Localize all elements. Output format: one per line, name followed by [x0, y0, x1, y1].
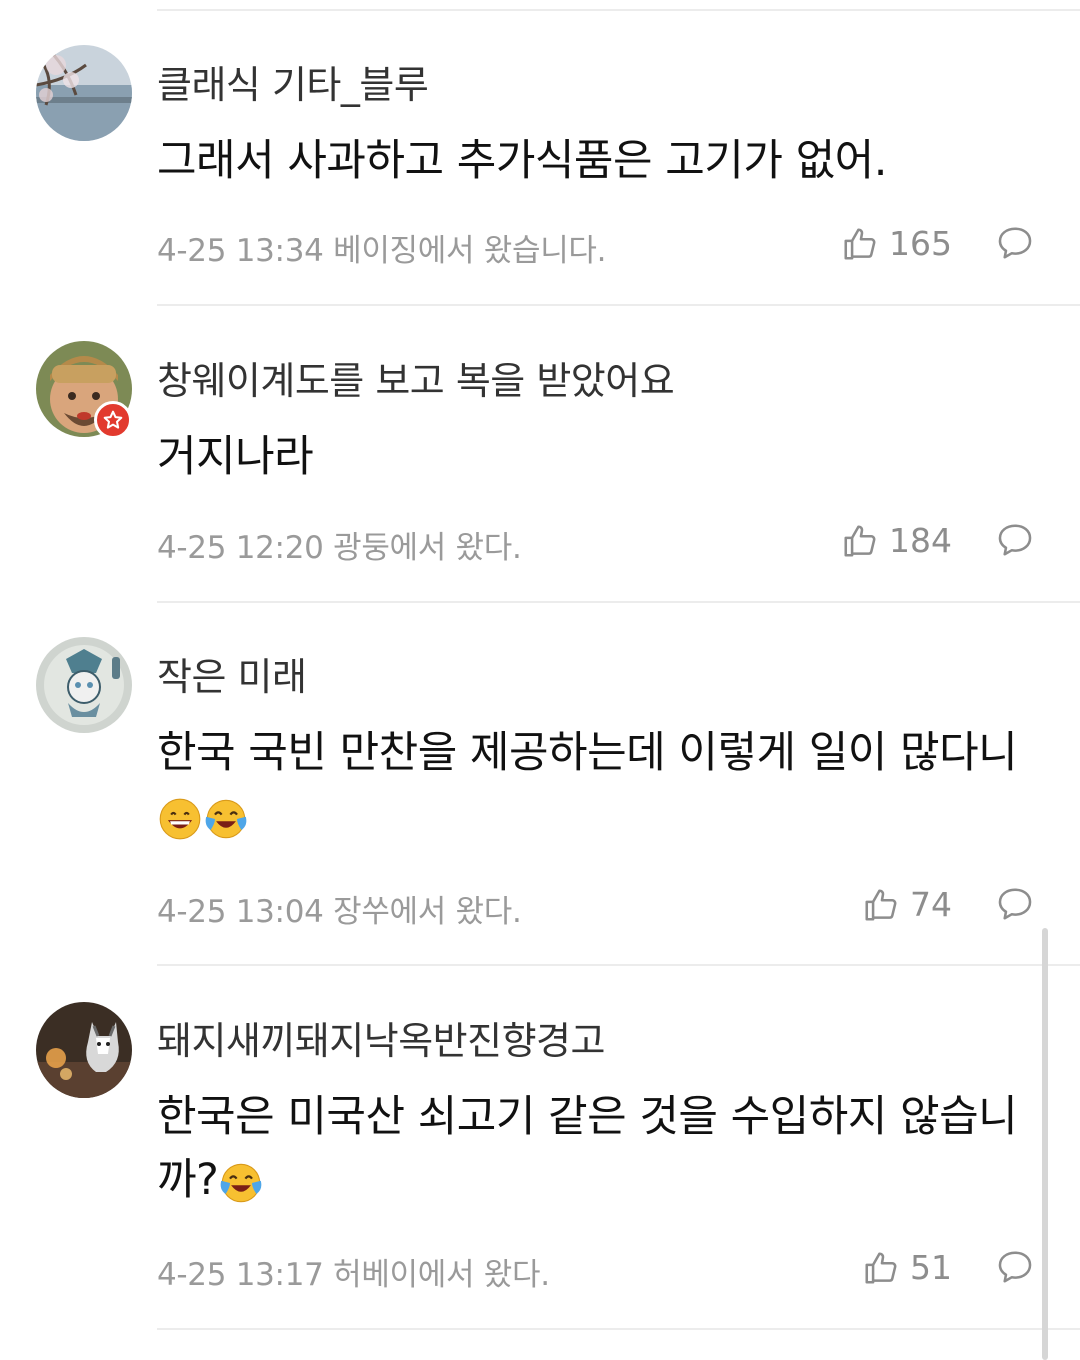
like-count: 165 — [889, 224, 952, 263]
comment-meta: 4-25 13:34 베이징에서 왔습니다. — [157, 225, 607, 270]
comment-username[interactable]: 클래식 기타_블루 — [157, 54, 429, 109]
like-button[interactable]: 74 — [862, 885, 952, 924]
comment-text-content: 한국은 미국산 쇠고기 같은 것을 수입하지 않습니까? — [157, 1092, 1018, 1205]
avatar[interactable] — [36, 45, 132, 141]
comment-location: 허베이에서 왔다. — [333, 1257, 550, 1293]
comment-text-content: 한국 국빈 만찬을 제공하는데 이렇게 일이 많다니 — [157, 728, 1018, 778]
comment-meta: 4-25 12:20 광둥에서 왔다. — [157, 522, 522, 567]
thumbs-up-icon — [865, 1251, 897, 1284]
comment-timestamp: 4-25 12:20 — [157, 530, 324, 566]
scrollbar[interactable] — [1042, 928, 1048, 1360]
avatar[interactable] — [36, 637, 132, 733]
comment-text-content: 그래서 사과하고 추가식품은 고기가 없어. — [157, 136, 887, 186]
like-count: 184 — [889, 521, 952, 560]
like-button[interactable]: 51 — [862, 1248, 952, 1287]
comment-meta: 4-25 13:04 장쑤에서 왔다. — [157, 886, 522, 931]
comment-location: 광둥에서 왔다. — [333, 530, 522, 566]
like-count: 74 — [910, 885, 952, 924]
divider — [157, 964, 1080, 966]
divider — [157, 1328, 1080, 1330]
like-button[interactable]: 165 — [841, 224, 952, 263]
comment-username[interactable]: 창웨이계도를 보고 복을 받았어요 — [157, 350, 675, 405]
comment-location: 장쑤에서 왔다. — [333, 894, 522, 930]
comment-meta: 4-25 13:17 허베이에서 왔다. — [157, 1249, 550, 1294]
comment-text: 한국 국빈 만찬을 제공하는데 이렇게 일이 많다니 — [157, 722, 1027, 848]
reply-icon[interactable] — [996, 885, 1034, 923]
comment-timestamp: 4-25 13:04 — [157, 894, 324, 930]
comment-location: 베이징에서 왔습니다. — [333, 233, 607, 269]
reply-icon[interactable] — [996, 224, 1034, 262]
divider — [157, 601, 1080, 603]
thumbs-up-icon — [844, 524, 876, 557]
comment-text: 한국은 미국산 쇠고기 같은 것을 수입하지 않습니까? — [157, 1086, 1027, 1212]
comment-text: 거지나라 — [157, 426, 1027, 489]
comment-text: 그래서 사과하고 추가식품은 고기가 없어. — [157, 130, 1027, 193]
like-button[interactable]: 184 — [841, 521, 952, 560]
reply-icon[interactable] — [996, 521, 1034, 559]
comment-timestamp: 4-25 13:17 — [157, 1257, 324, 1293]
comment-timestamp: 4-25 13:34 — [157, 233, 324, 269]
grinning-face-icon — [159, 798, 201, 839]
laughing-crying-face-icon — [221, 1163, 262, 1202]
laughing-crying-face-icon — [205, 799, 247, 838]
comment-username[interactable]: 작은 미래 — [157, 646, 307, 701]
comment-username[interactable]: 돼지새끼돼지낙옥반진향경고 — [157, 1010, 605, 1065]
divider — [157, 9, 1080, 11]
avatar[interactable] — [36, 1002, 132, 1098]
divider — [157, 304, 1080, 306]
comment-text-content: 거지나라 — [157, 432, 314, 482]
like-count: 51 — [910, 1248, 952, 1287]
star-badge-icon — [94, 401, 132, 439]
thumbs-up-icon — [865, 888, 897, 921]
reply-icon[interactable] — [996, 1248, 1034, 1286]
thumbs-up-icon — [844, 227, 876, 260]
